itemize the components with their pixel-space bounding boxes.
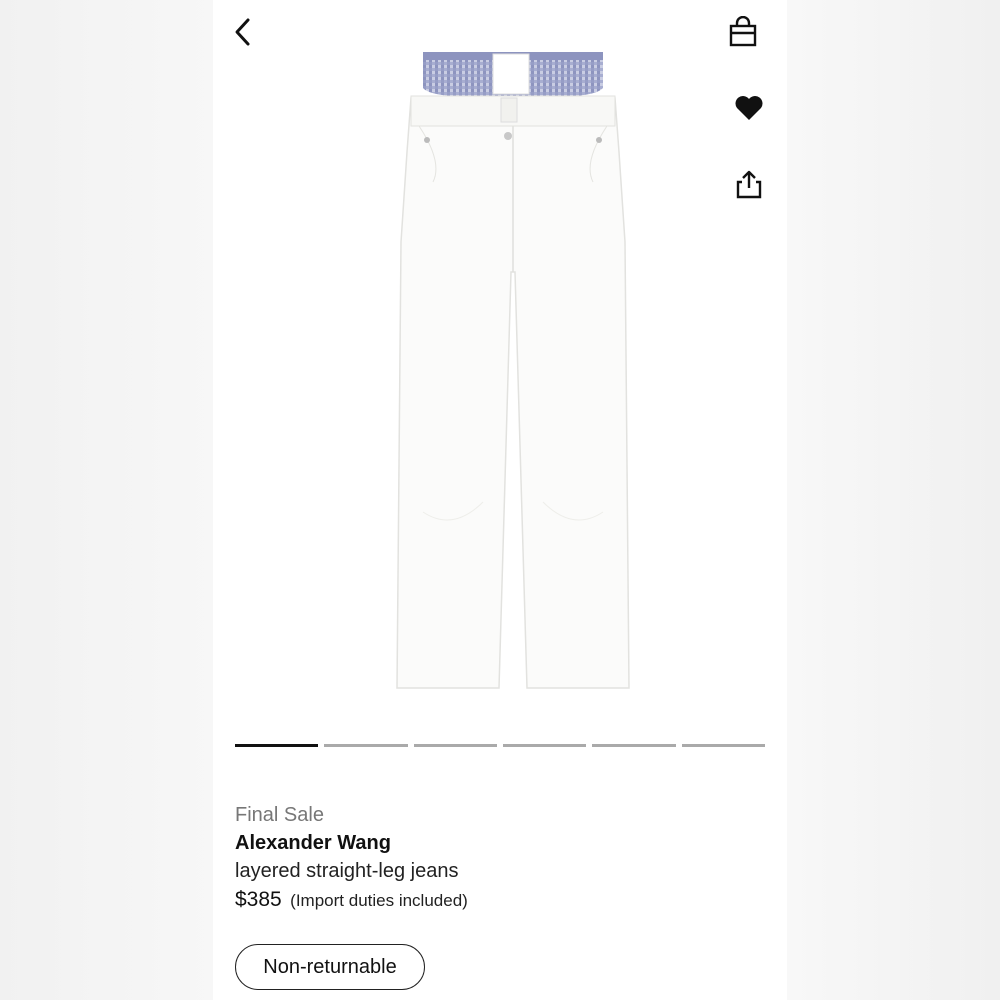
shopping-bag-button[interactable]	[723, 12, 763, 52]
image-carousel-indicator	[235, 744, 765, 748]
carousel-dot[interactable]	[324, 744, 408, 747]
background-right	[787, 0, 1000, 1000]
product-screen: Final Sale Alexander Wang layered straig…	[213, 0, 787, 1000]
shopping-bag-icon	[729, 16, 757, 47]
heart-icon	[735, 96, 763, 120]
brand-name[interactable]: Alexander Wang	[235, 829, 755, 857]
back-button[interactable]	[223, 12, 263, 52]
price-row: $385 (Import duties included)	[235, 885, 755, 917]
carousel-dot[interactable]	[502, 744, 587, 747]
carousel-dot[interactable]	[413, 744, 497, 747]
duties-note: (Import duties included)	[290, 891, 468, 910]
wishlist-button[interactable]	[729, 90, 769, 126]
chevron-left-icon	[235, 18, 250, 46]
carousel-dot[interactable]	[592, 744, 676, 747]
share-icon	[736, 170, 762, 199]
share-button[interactable]	[729, 164, 769, 204]
product-info: Final Sale Alexander Wang layered straig…	[235, 801, 755, 917]
carousel-dot[interactable]	[681, 744, 765, 747]
product-name: layered straight-leg jeans	[235, 860, 459, 882]
carousel-dot[interactable]	[235, 744, 319, 747]
background-left	[0, 0, 213, 1000]
product-price: $385	[235, 888, 282, 911]
non-returnable-badge[interactable]: Non-returnable	[235, 944, 425, 990]
sale-label: Final Sale	[235, 804, 324, 826]
product-image[interactable]	[393, 32, 633, 692]
